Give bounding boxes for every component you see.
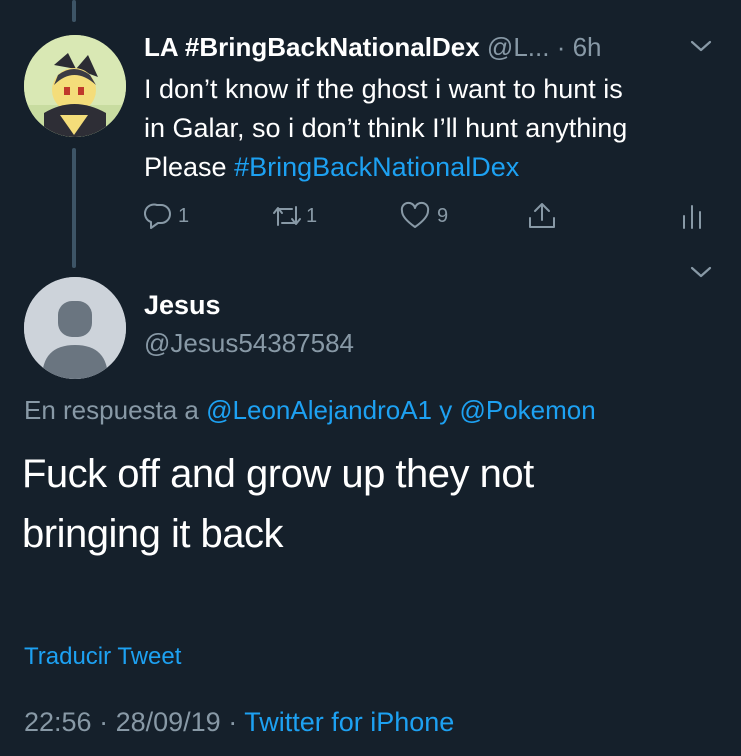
parent-actions-bar: 1 1 9 xyxy=(144,198,724,234)
reply-count: 1 xyxy=(178,204,190,227)
like-button[interactable]: 9 xyxy=(399,198,448,234)
chevron-down-icon[interactable] xyxy=(688,36,714,56)
translate-tweet-link[interactable]: Traducir Tweet xyxy=(24,643,181,671)
parent-text-line2: in Galar, so i don’t think I’ll hunt any… xyxy=(144,113,628,143)
reply-context: En respuesta a @LeonAlejandroA1 y @Pokem… xyxy=(24,395,596,426)
meta-separator: · xyxy=(220,707,245,737)
retweet-button[interactable]: 1 xyxy=(270,198,317,234)
share-icon xyxy=(526,200,558,232)
parent-display-name[interactable]: LA #BringBackNationalDex xyxy=(144,32,480,62)
parent-tweet-header: LA #BringBackNationalDex @L... · 6h xyxy=(144,30,602,64)
parent-handle[interactable]: @L... xyxy=(487,32,550,62)
main-text-line2: bringing it back xyxy=(22,512,284,556)
retweet-count: 1 xyxy=(306,204,318,227)
tweet-metadata: 22:56 · 28/09/19 · Twitter for iPhone xyxy=(24,707,454,738)
main-avatar[interactable] xyxy=(24,277,126,379)
reply-icon xyxy=(144,201,174,231)
like-icon xyxy=(399,201,431,231)
reply-join: y xyxy=(432,395,460,425)
main-display-name[interactable]: Jesus xyxy=(144,290,221,321)
tweet-time: 22:56 xyxy=(24,707,92,737)
parent-tweet-text: I don’t know if the ghost i want to hunt… xyxy=(144,70,724,187)
chevron-down-icon[interactable] xyxy=(688,262,714,282)
share-button[interactable] xyxy=(526,198,558,234)
reply-button[interactable]: 1 xyxy=(144,198,189,234)
avatar-image xyxy=(24,35,126,137)
analytics-button[interactable] xyxy=(680,198,704,234)
reply-user-link-1[interactable]: @LeonAlejandroA1 xyxy=(206,395,432,425)
reply-user-link-2[interactable]: @Pokemon xyxy=(459,395,595,425)
retweet-icon xyxy=(270,201,304,231)
like-count: 9 xyxy=(437,204,449,227)
parent-timestamp[interactable]: · 6h xyxy=(557,32,602,62)
tweet-source-link[interactable]: Twitter for iPhone xyxy=(244,707,454,737)
parent-text-prefix: Please xyxy=(144,152,235,182)
main-text-line1: Fuck off and grow up they not xyxy=(22,452,534,496)
parent-avatar[interactable] xyxy=(24,35,126,137)
main-handle[interactable]: @Jesus54387584 xyxy=(144,328,354,359)
hashtag-link[interactable]: #BringBackNationalDex xyxy=(234,152,519,182)
tweet-date: 28/09/19 xyxy=(115,707,221,737)
thread-line-top xyxy=(72,0,76,22)
analytics-icon xyxy=(680,200,704,232)
reply-prefix: En respuesta a xyxy=(24,395,207,425)
thread-line-connector xyxy=(72,148,76,268)
parent-text-line1: I don’t know if the ghost i want to hunt… xyxy=(144,74,623,104)
default-avatar-icon xyxy=(24,277,126,379)
main-tweet-text: Fuck off and grow up they not bringing i… xyxy=(22,444,712,564)
meta-separator: · xyxy=(91,707,116,737)
